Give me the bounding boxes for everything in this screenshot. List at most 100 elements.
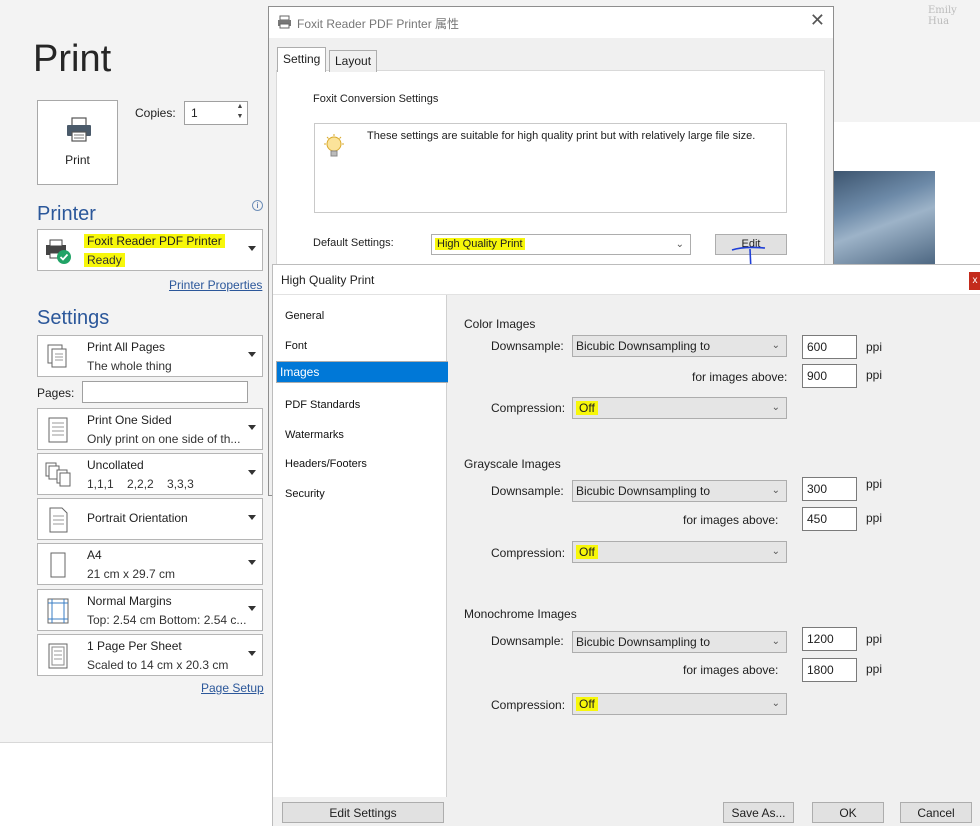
setting-line2: Scaled to 14 cm x 20.3 cm xyxy=(87,658,229,672)
page-setup-link[interactable]: Page Setup xyxy=(201,681,264,695)
select-value: Bicubic Downsampling to xyxy=(576,635,711,649)
spin-up-icon[interactable]: ▲ xyxy=(233,102,247,112)
nav-headers-footers[interactable]: Headers/Footers xyxy=(276,449,446,478)
setting-line1: Print One Sided xyxy=(87,413,172,427)
printer-ready-icon xyxy=(46,239,71,264)
copies-spinner[interactable]: ▲ ▼ xyxy=(233,102,247,124)
setting-margins[interactable]: Normal Margins Top: 2.54 cm Bottom: 2.54… xyxy=(37,589,263,631)
nav-general[interactable]: General xyxy=(276,301,446,330)
spin-down-icon[interactable]: ▼ xyxy=(233,112,247,122)
setting-paper-size[interactable]: A4 21 cm x 29.7 cm xyxy=(37,543,263,585)
downsample-label: Downsample: xyxy=(491,339,564,353)
unit-label: ppi xyxy=(866,632,883,646)
dialog-title: Foxit Reader PDF Printer 属性 xyxy=(297,17,460,31)
pages-label: Pages: xyxy=(37,386,75,400)
grayscale-ppi-input[interactable]: 300 xyxy=(802,477,857,501)
default-settings-select[interactable]: High Quality Print ⌄ xyxy=(431,234,691,255)
select-value: Bicubic Downsampling to xyxy=(576,484,711,498)
default-settings-label: Default Settings: xyxy=(313,237,394,249)
monochrome-downsample-select[interactable]: Bicubic Downsampling to ⌄ xyxy=(572,631,787,653)
downsample-label: Downsample: xyxy=(491,484,564,498)
color-above-input[interactable]: 900 xyxy=(802,364,857,388)
portrait-icon xyxy=(49,507,68,533)
select-value: Off xyxy=(576,401,598,415)
monochrome-compression-select[interactable]: Off ⌄ xyxy=(572,693,787,715)
color-ppi-input[interactable]: 600 xyxy=(802,335,857,359)
print-button-label: Print xyxy=(65,153,90,167)
chevron-down-icon xyxy=(248,560,256,565)
unit-label: ppi xyxy=(866,662,883,676)
grayscale-compression-select[interactable]: Off ⌄ xyxy=(572,541,787,563)
cancel-button[interactable]: Cancel xyxy=(900,802,972,823)
lightbulb-icon xyxy=(324,134,344,157)
save-as-button[interactable]: Save As... xyxy=(723,802,794,823)
setting-collation[interactable]: Uncollated 1,1,1 2,2,2 3,3,3 xyxy=(37,453,263,495)
nav-pdf-standards[interactable]: PDF Standards xyxy=(276,390,446,419)
above-label: for images above: xyxy=(683,663,779,677)
chevron-down-icon: ⌄ xyxy=(771,636,780,647)
grayscale-downsample-select[interactable]: Bicubic Downsampling to ⌄ xyxy=(572,480,787,502)
unit-label: ppi xyxy=(866,477,883,491)
group-heading-color: Color Images xyxy=(464,317,536,331)
chevron-down-icon xyxy=(248,352,256,357)
pages-input[interactable] xyxy=(82,381,248,403)
printer-properties-link[interactable]: Printer Properties xyxy=(169,278,262,292)
conversion-settings-label: Foxit Conversion Settings xyxy=(313,93,439,105)
setting-print-all-pages[interactable]: Print All Pages The whole thing xyxy=(37,335,263,377)
paper-size-icon xyxy=(50,552,66,578)
dialog-title: High Quality Print xyxy=(281,273,375,287)
high-quality-print-dialog: High Quality Print x General Font Images… xyxy=(272,264,980,826)
preview-image xyxy=(834,171,935,266)
chevron-down-icon xyxy=(248,470,256,475)
nav-font[interactable]: Font xyxy=(276,331,446,360)
setting-line1: Print All Pages xyxy=(87,340,166,354)
setting-orientation[interactable]: Portrait Orientation xyxy=(37,498,263,540)
edit-settings-button[interactable]: Edit Settings xyxy=(282,802,444,823)
setting-line2: 1,1,1 2,2,2 3,3,3 xyxy=(87,477,194,491)
settings-nav: General Font Images PDF Standards Waterm… xyxy=(273,295,491,797)
tab-setting[interactable]: Setting xyxy=(277,47,327,72)
chevron-down-icon: ⌄ xyxy=(771,340,780,351)
chevron-down-icon xyxy=(248,606,256,611)
above-label: for images above: xyxy=(683,513,779,527)
color-downsample-select[interactable]: Bicubic Downsampling to ⌄ xyxy=(572,335,787,357)
chevron-down-icon: ⌄ xyxy=(771,546,780,557)
setting-line1: Normal Margins xyxy=(87,594,172,608)
monochrome-above-input[interactable]: 1800 xyxy=(802,658,857,682)
pages-icon xyxy=(47,344,67,368)
setting-line2: Only print on one side of th... xyxy=(87,432,241,446)
select-value: Bicubic Downsampling to xyxy=(576,339,711,353)
setting-sides[interactable]: Print One Sided Only print on one side o… xyxy=(37,408,263,450)
compression-label: Compression: xyxy=(491,546,566,560)
chevron-down-icon: ⌄ xyxy=(771,698,780,709)
grayscale-above-input[interactable]: 450 xyxy=(802,507,857,531)
select-value: Off xyxy=(576,545,598,559)
chevron-down-icon xyxy=(248,651,256,656)
chevron-down-icon xyxy=(248,246,256,251)
setting-line1: 1 Page Per Sheet xyxy=(87,639,182,653)
setting-line1: A4 xyxy=(87,548,102,562)
printer-dropdown[interactable]: Foxit Reader PDF Printer Ready xyxy=(37,229,263,271)
printer-heading: Printer xyxy=(37,203,96,225)
pages-per-sheet-icon xyxy=(48,643,68,669)
downsample-label: Downsample: xyxy=(491,634,564,648)
ok-button[interactable]: OK xyxy=(812,802,884,823)
nav-watermarks[interactable]: Watermarks xyxy=(276,420,446,449)
close-icon[interactable]: x xyxy=(969,272,980,290)
unit-label: ppi xyxy=(866,340,883,354)
default-settings-value: High Quality Print xyxy=(435,238,525,250)
nav-security[interactable]: Security xyxy=(276,479,446,508)
compression-label: Compression: xyxy=(491,401,566,415)
print-button[interactable]: Print xyxy=(37,100,118,185)
setting-line2: The whole thing xyxy=(87,359,172,373)
color-compression-select[interactable]: Off ⌄ xyxy=(572,397,787,419)
setting-pages-per-sheet[interactable]: 1 Page Per Sheet Scaled to 14 cm x 20.3 … xyxy=(37,634,263,676)
tab-layout[interactable]: Layout xyxy=(329,50,378,72)
chevron-down-icon: ⌄ xyxy=(771,485,780,496)
chevron-down-icon: ⌄ xyxy=(675,239,684,250)
margins-icon xyxy=(47,598,69,624)
monochrome-ppi-input[interactable]: 1200 xyxy=(802,627,857,651)
setting-line2: 21 cm x 29.7 cm xyxy=(87,567,176,581)
info-icon[interactable]: i xyxy=(252,200,263,211)
close-icon[interactable]: ✕ xyxy=(810,10,825,31)
